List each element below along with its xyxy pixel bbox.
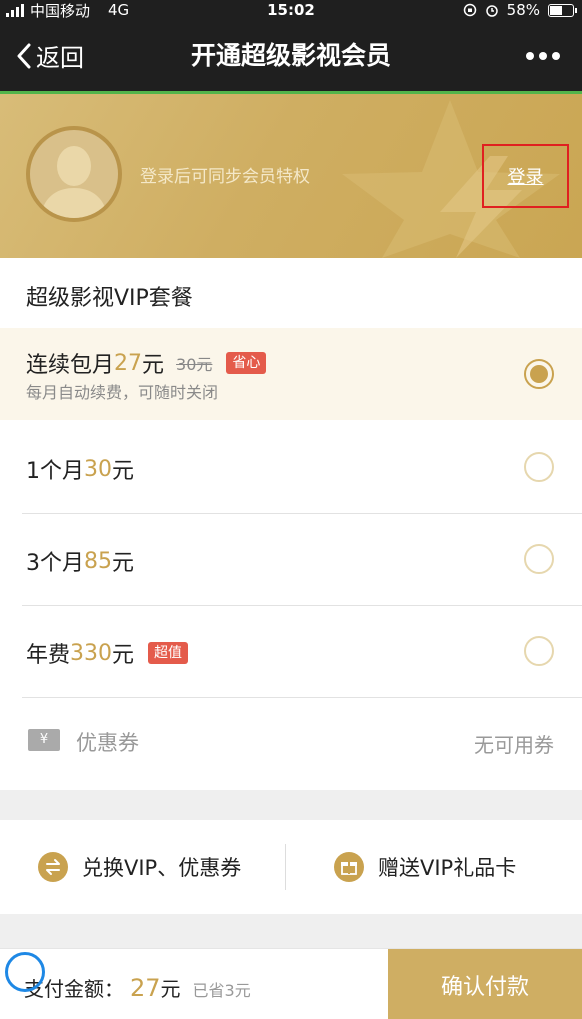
exchange-vip-button[interactable]: 兑换VIP、优惠券 [38, 820, 241, 914]
section-title: 超级影视VIP套餐 [26, 286, 193, 311]
gift-icon [334, 852, 364, 882]
rotation-lock-icon [463, 3, 476, 17]
plan-unit: 元 [142, 353, 165, 378]
chevron-left-icon [17, 43, 31, 68]
saved-amount: 已省3元 [192, 981, 251, 1000]
confirm-payment-button[interactable]: 确认付款 [388, 949, 582, 1019]
plan-unit: 元 [112, 459, 135, 484]
plan-radio[interactable] [524, 544, 554, 574]
more-dots-icon [526, 51, 560, 60]
action-row: 兑换VIP、优惠券 赠送VIP礼品卡 [0, 820, 582, 914]
plan-price: 85 [84, 548, 112, 574]
more-options-button[interactable] [526, 20, 560, 91]
original-price: 30元 [176, 355, 213, 374]
plan-unit: 元 [112, 643, 135, 668]
payment-summary: 支付金额： 27 元 已省3元 [24, 949, 251, 1019]
pay-unit: 元 [160, 977, 181, 1001]
payment-bar: 支付金额： 27 元 已省3元 确认付款 [0, 948, 582, 1019]
login-hint: 登录后可同步会员特权 [140, 167, 310, 187]
coupon-label: 优惠券 [76, 731, 139, 755]
gift-card-button[interactable]: 赠送VIP礼品卡 [334, 820, 516, 914]
plan-radio[interactable] [524, 452, 554, 482]
plan-option-1-month[interactable]: 1个月 30 元 [0, 422, 582, 514]
alarm-icon [485, 5, 498, 17]
plan-name: 年费 [26, 643, 71, 668]
battery-percent: 58% [506, 1, 540, 19]
plan-option-3-months[interactable]: 3个月 85 元 [0, 514, 582, 606]
plan-radio[interactable] [524, 636, 554, 666]
plan-price: 27 [114, 350, 143, 376]
plan-price: 30 [84, 456, 112, 482]
navigation-bar: 返回 开通超级影视会员 [0, 20, 582, 91]
member-banner: 登录后可同步会员特权 登录 [0, 94, 582, 258]
action-divider [285, 844, 286, 890]
gift-label: 赠送VIP礼品卡 [378, 856, 517, 880]
login-highlight-box[interactable]: 登录 [482, 144, 569, 208]
plan-radio[interactable] [524, 359, 554, 389]
exchange-label: 兑换VIP、优惠券 [82, 856, 242, 880]
page-title: 开通超级影视会员 [190, 41, 391, 70]
plan-unit: 元 [112, 551, 135, 576]
battery-icon [548, 3, 577, 17]
coupon-value: 无可用券 [474, 733, 554, 757]
back-button[interactable]: 返回 [16, 20, 84, 91]
plan-price: 330 [70, 640, 113, 666]
coupon-row[interactable]: ¥ 优惠券 无可用券 [0, 698, 582, 788]
plan-option-monthly-auto[interactable]: 连续包月 27 元 30元 省心 每月自动续费，可随时关闭 [0, 328, 582, 420]
plan-name: 1个月 [26, 459, 84, 484]
login-link[interactable]: 登录 [508, 163, 544, 189]
section-gap [0, 914, 582, 948]
plan-name: 3个月 [26, 551, 84, 576]
status-bar: 中国移动 4G 15:02 58% [0, 0, 582, 20]
plan-tag: 省心 [226, 352, 267, 374]
plan-tag: 超值 [148, 642, 189, 664]
plan-subtitle: 每月自动续费，可随时关闭 [26, 383, 219, 402]
default-user-icon [40, 146, 108, 218]
coupon-ticket-icon: ¥ [28, 729, 60, 751]
plan-option-yearly[interactable]: 年费 330 元 超值 [0, 606, 582, 698]
pay-amount: 27 [130, 974, 161, 1002]
section-gap [0, 790, 582, 820]
back-label: 返回 [36, 44, 84, 72]
watermark-circle [5, 952, 45, 992]
exchange-icon [38, 852, 68, 882]
plan-name: 连续包月 [26, 353, 115, 378]
avatar[interactable] [26, 126, 122, 222]
